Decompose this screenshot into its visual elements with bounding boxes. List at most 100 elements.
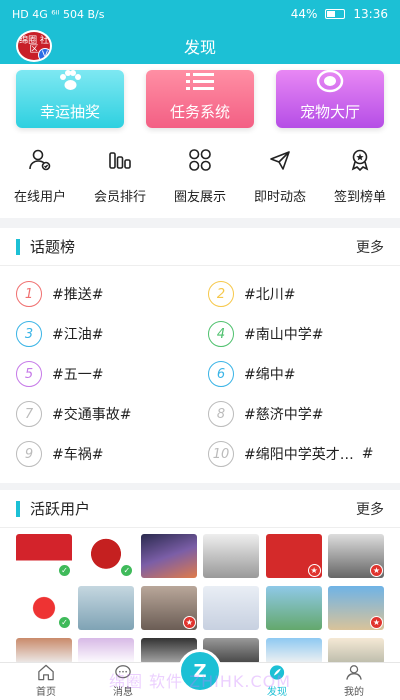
topic-header: 话题榜 更多 bbox=[0, 228, 400, 266]
status-network: HD 4G ⁶ⁱˡ 504 B/s bbox=[12, 7, 105, 21]
nav-profile[interactable]: 我的 bbox=[326, 663, 382, 700]
plane-icon bbox=[268, 148, 292, 176]
rank-badge: 4 bbox=[208, 321, 234, 347]
user-avatar[interactable]: ★ bbox=[265, 534, 322, 578]
users-title: 活跃用户 bbox=[30, 500, 91, 518]
tasks-card[interactable]: 任务系统 bbox=[146, 70, 254, 128]
user-avatar[interactable] bbox=[16, 638, 72, 664]
rank-badge: 7 bbox=[16, 401, 42, 427]
medal-icon bbox=[348, 148, 372, 176]
user-avatar[interactable]: ★ bbox=[140, 586, 197, 630]
topic-item[interactable]: 9 #车祸# bbox=[16, 434, 206, 474]
topic-text: #南山中学# bbox=[244, 327, 324, 343]
topic-text: #交通事故# bbox=[52, 407, 132, 423]
center-logo-icon[interactable]: Z bbox=[178, 649, 222, 693]
topic-section: 话题榜 更多 1 #推送# 2 #北川# 3 #江油# 4 #南山中学# 5 #五一# 6 #绵中# 7… bbox=[0, 228, 400, 483]
header-avatar[interactable]: 绵圈 社区 V bbox=[16, 30, 52, 62]
topic-item[interactable]: 3 #江油# bbox=[16, 314, 206, 354]
verified-badge-icon: ✓ bbox=[120, 564, 134, 577]
user-avatar[interactable] bbox=[265, 638, 322, 664]
quick-member-ranking[interactable]: 会员排行 bbox=[80, 148, 160, 205]
quick-instant-news[interactable]: 即时动态 bbox=[240, 148, 320, 205]
verified-badge-icon: V bbox=[38, 48, 50, 60]
pet-icon bbox=[316, 69, 344, 99]
grid-icon bbox=[188, 148, 212, 176]
topic-item[interactable]: 8 #慈济中学# bbox=[208, 394, 398, 434]
quick-nav: 在线用户 会员排行 圈友展示 即时动态 签到榜单 bbox=[0, 134, 400, 218]
app-header: 绵圈 社区 V 发现 bbox=[0, 28, 400, 64]
topic-item[interactable]: 1 #推送# bbox=[16, 274, 206, 314]
user-online-icon bbox=[28, 148, 52, 176]
topic-item[interactable]: 10 #绵阳中学英才… # bbox=[208, 434, 398, 474]
user-avatar[interactable] bbox=[203, 534, 260, 578]
section-accent-bar bbox=[16, 238, 20, 255]
quick-checkin-board[interactable]: 签到榜单 bbox=[320, 148, 400, 205]
topic-text: #推送# bbox=[52, 287, 104, 303]
page-title: 发现 bbox=[183, 38, 216, 57]
topic-text: #五一# bbox=[52, 367, 104, 383]
quick-label: 在线用户 bbox=[13, 189, 66, 205]
nav-discover[interactable]: 发现 bbox=[249, 663, 305, 700]
user-avatar[interactable] bbox=[328, 638, 384, 664]
rank-badge: 1 bbox=[16, 281, 42, 307]
home-icon bbox=[38, 664, 54, 681]
section-accent-bar bbox=[16, 500, 20, 517]
topic-item[interactable]: 5 #五一# bbox=[16, 354, 206, 394]
rank-badge: 2 bbox=[208, 281, 234, 307]
feature-area: 幸运抽奖 任务系统 宠物大厅 bbox=[0, 64, 400, 134]
topic-title: 话题榜 bbox=[30, 238, 76, 256]
paw-icon bbox=[57, 69, 83, 99]
topic-more-link[interactable]: 更多 bbox=[356, 237, 384, 257]
rank-badge: 3 bbox=[16, 321, 42, 347]
list-icon bbox=[186, 71, 214, 99]
nav-messages[interactable]: 消息 bbox=[95, 663, 151, 700]
topic-text: #绵中# bbox=[244, 367, 296, 383]
topic-text: #车祸# bbox=[52, 447, 104, 463]
center-logo-text: Z bbox=[193, 660, 207, 682]
status-left: HD 4G ⁶ⁱˡ 504 B/s bbox=[12, 8, 104, 21]
rank-badge: 10 bbox=[208, 441, 234, 467]
quick-label: 签到榜单 bbox=[333, 189, 386, 205]
user-avatar[interactable] bbox=[78, 586, 135, 630]
user-avatar[interactable]: ★ bbox=[328, 586, 384, 630]
quick-online-users[interactable]: 在线用户 bbox=[0, 148, 80, 205]
verified-badge-icon: ✓ bbox=[58, 616, 71, 629]
status-right: 44% 13:36 bbox=[291, 7, 388, 21]
user-avatar[interactable]: ★ bbox=[328, 534, 384, 578]
star-badge-icon: ★ bbox=[307, 564, 321, 577]
message-icon bbox=[115, 665, 131, 679]
discover-icon bbox=[269, 665, 285, 680]
nav-label: 发现 bbox=[267, 687, 287, 698]
rank-badge: 6 bbox=[208, 361, 234, 387]
topic-item[interactable]: 4 #南山中学# bbox=[208, 314, 398, 354]
tasks-label: 任务系统 bbox=[169, 103, 230, 121]
quick-label: 圈友展示 bbox=[173, 189, 226, 205]
pets-card[interactable]: 宠物大厅 bbox=[276, 69, 384, 128]
user-avatar[interactable] bbox=[78, 638, 135, 664]
rank-badge: 5 bbox=[16, 361, 42, 387]
topic-text: #慈济中学# bbox=[244, 407, 324, 423]
user-avatar[interactable]: ✓ bbox=[78, 534, 135, 578]
user-avatar[interactable] bbox=[140, 534, 197, 578]
topic-suffix: # bbox=[361, 446, 374, 462]
user-avatar[interactable]: ✓ bbox=[16, 586, 72, 630]
battery-percent: 44% bbox=[290, 7, 318, 21]
quick-circle-showcase[interactable]: 圈友展示 bbox=[160, 148, 240, 205]
clock: 13:36 bbox=[353, 7, 388, 21]
topic-item[interactable]: 2 #北川# bbox=[208, 274, 398, 314]
bottom-nav: 首页 消息 Z 发现 我的 bbox=[0, 649, 400, 700]
users-header: 活跃用户 更多 bbox=[0, 490, 400, 528]
topic-item[interactable]: 7 #交通事故# bbox=[16, 394, 206, 434]
user-avatar[interactable] bbox=[203, 586, 260, 630]
star-badge-icon: ★ bbox=[370, 564, 383, 577]
rank-badge: 9 bbox=[16, 441, 42, 467]
nav-home[interactable]: 首页 bbox=[18, 663, 74, 700]
user-avatar[interactable]: ✓ bbox=[16, 534, 72, 578]
bar-chart-icon bbox=[108, 148, 132, 176]
lottery-card[interactable]: 幸运抽奖 bbox=[16, 70, 124, 128]
users-more-link[interactable]: 更多 bbox=[356, 499, 384, 519]
topic-item[interactable]: 6 #绵中# bbox=[208, 354, 398, 394]
user-avatar[interactable] bbox=[265, 586, 322, 630]
topic-text: #北川# bbox=[244, 287, 296, 303]
nav-label: 我的 bbox=[344, 687, 364, 698]
